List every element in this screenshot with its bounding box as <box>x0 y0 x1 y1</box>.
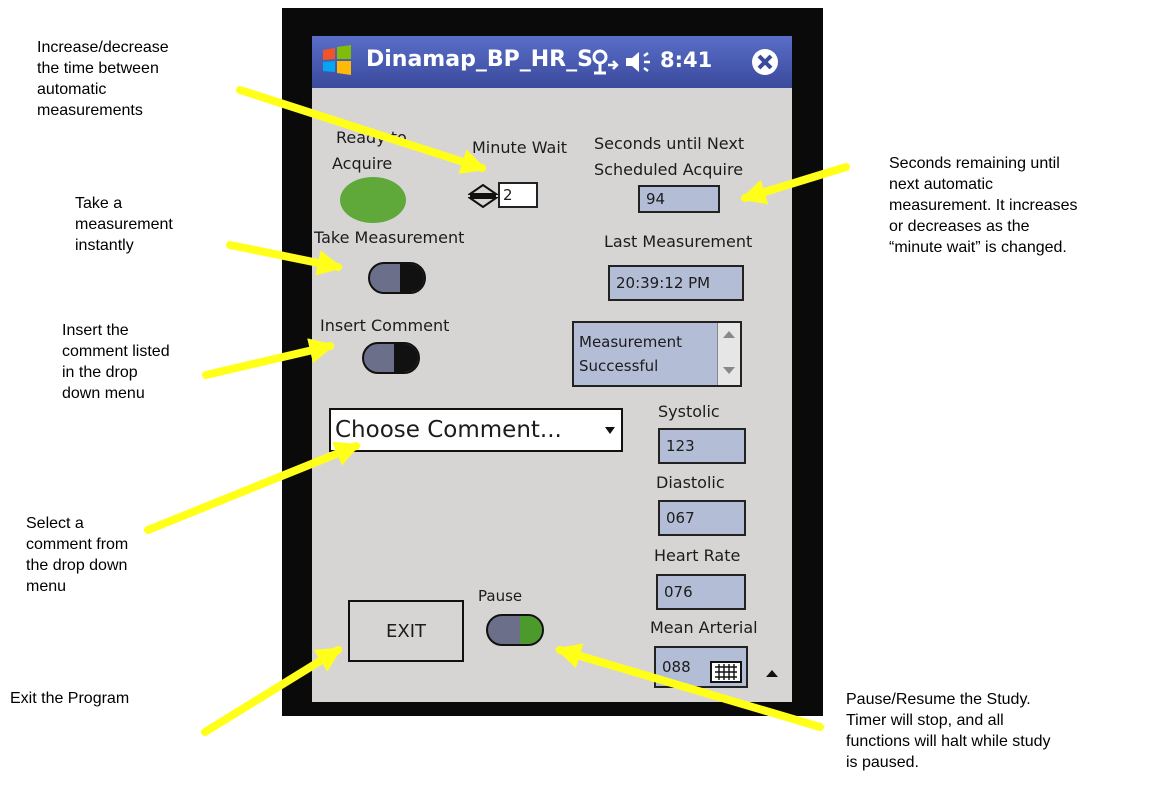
arrow-seconds-remaining <box>740 163 850 205</box>
annotation-arrows <box>144 86 850 736</box>
arrow-select-comment <box>144 441 361 534</box>
arrow-insert-comment <box>202 338 335 379</box>
arrow-exit <box>201 646 343 736</box>
arrow-pause <box>555 643 824 731</box>
arrow-minute-wait <box>236 86 487 174</box>
arrow-take-measurement <box>226 241 344 276</box>
